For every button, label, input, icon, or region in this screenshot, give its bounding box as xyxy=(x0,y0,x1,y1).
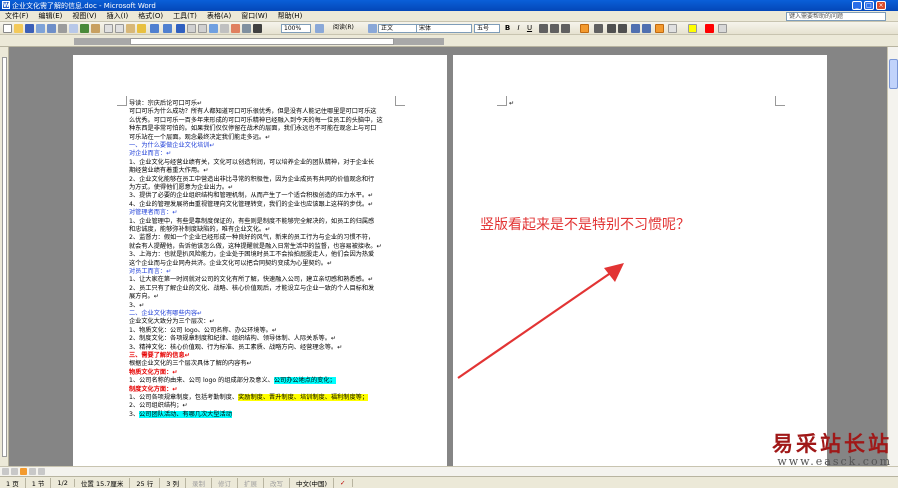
status-ovr[interactable]: 改写 xyxy=(264,477,290,488)
annotation-text: 竖版看起来是不是特别不习惯呢？ xyxy=(480,217,690,233)
status-ext[interactable]: 扩展 xyxy=(238,477,264,488)
watermark-title: 易采站长站 xyxy=(772,431,892,456)
spelling-status-icon[interactable]: ✓ xyxy=(334,478,353,487)
reading-view-icon[interactable] xyxy=(38,468,45,475)
status-col: 3 列 xyxy=(160,477,186,488)
status-position: 位置 15.7厘米 xyxy=(75,477,131,488)
horizontal-scrollbar[interactable] xyxy=(0,466,898,476)
annotation-arrow xyxy=(457,263,624,379)
outline-view-icon[interactable] xyxy=(29,468,36,475)
watermark: 易采站长站 www.easck.com xyxy=(772,432,892,468)
status-language[interactable]: 中文(中国) xyxy=(290,477,335,488)
status-rec[interactable]: 录制 xyxy=(186,477,212,488)
status-page: 1 页 xyxy=(0,477,26,488)
vertical-scrollbar[interactable] xyxy=(887,47,898,466)
status-section: 1 节 xyxy=(26,477,52,488)
watermark-url: www.easck.com xyxy=(777,455,892,468)
web-view-icon[interactable] xyxy=(11,468,18,475)
arrow-head xyxy=(604,263,624,282)
scrollbar-thumb[interactable] xyxy=(889,59,898,89)
status-bar: 1 页 1 节 1/2 位置 15.7厘米 25 行 3 列 录制 修订 扩展 … xyxy=(0,476,898,488)
arrow-shaft xyxy=(457,271,613,379)
status-pages: 1/2 xyxy=(51,478,75,487)
status-trk[interactable]: 修订 xyxy=(212,477,238,488)
normal-view-icon[interactable] xyxy=(2,468,9,475)
status-line: 25 行 xyxy=(130,477,161,488)
print-view-icon[interactable] xyxy=(20,468,27,475)
